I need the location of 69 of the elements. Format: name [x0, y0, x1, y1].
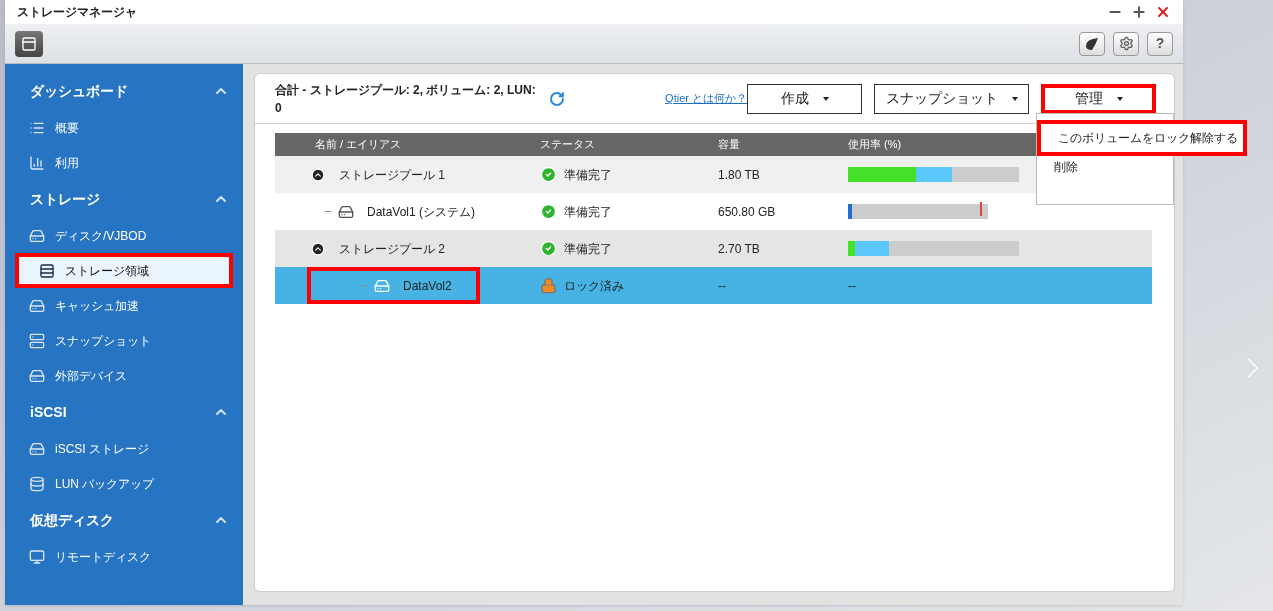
collapse-icon[interactable] [311, 241, 325, 256]
summary-text: 合計 - ストレージプール: 2, ボリューム: 2, LUN: 0 [275, 81, 537, 117]
section-title: iSCSI [30, 402, 67, 422]
lock-icon [540, 277, 557, 294]
collapse-icon[interactable] [311, 167, 325, 182]
sidebar-item[interactable]: ストレージ領域 [15, 253, 233, 288]
dropdown-button[interactable]: 作成 [747, 83, 862, 114]
qtier-help-link[interactable]: Qtier とは何か？ [665, 90, 747, 107]
settings-button[interactable] [1113, 31, 1139, 56]
refresh-icon[interactable] [549, 90, 566, 107]
nav-icon [29, 548, 45, 565]
check-icon [540, 166, 557, 183]
nav-icon [29, 154, 45, 171]
nav-icon [29, 367, 45, 384]
pool-name: ストレージプール 2 [339, 240, 445, 258]
sidebar-item[interactable]: キャッシュ加速 [5, 288, 243, 323]
close-icon[interactable] [1155, 4, 1171, 20]
capacity-text: 2.70 TB [718, 240, 761, 258]
sidebar-item[interactable]: 利用 [5, 145, 243, 180]
column-header: 使用率 (%) [848, 137, 902, 153]
section-title: 仮想ディスク [30, 510, 114, 530]
nav-icon [29, 475, 45, 492]
sidebar-item[interactable]: iSCSI ストレージ [5, 431, 243, 466]
section-title: ストレージ [30, 189, 100, 209]
column-header: 名前 / エイリアス [314, 137, 403, 153]
window-title: ストレージマネージャ [17, 4, 137, 21]
usage-text: -- [848, 278, 856, 293]
sidebar-item[interactable]: スナップショット [5, 323, 243, 358]
capacity-text: 650.80 GB [718, 203, 777, 221]
status-text: 準備完了 [564, 166, 612, 184]
sidebar-item[interactable]: ディスク/VJBOD [5, 218, 243, 253]
sidebar-item[interactable]: 概要 [5, 110, 243, 145]
capacity-text: -- [718, 277, 727, 295]
volume-icon [373, 277, 391, 294]
status-text: 準備完了 [564, 203, 612, 221]
panel-icon [21, 35, 37, 52]
sidebar-item[interactable]: LUN バックアップ [5, 466, 243, 501]
dropdown-button[interactable]: スナップショット [874, 83, 1029, 114]
leaf-icon [1086, 37, 1098, 50]
capacity-text: 1.80 TB [718, 166, 761, 184]
check-icon [540, 240, 557, 257]
dropdown-button[interactable]: 管理 [1041, 83, 1156, 114]
volume-icon [337, 203, 355, 220]
menu-item[interactable]: このボリュームをロック解除する [1037, 120, 1247, 156]
column-header: ステータス [540, 137, 596, 153]
tree-connector [325, 211, 331, 212]
section-title: ダッシュボード [30, 81, 128, 101]
settings-icon [1118, 36, 1134, 51]
tree-connector [361, 285, 367, 286]
nav-icon [39, 262, 55, 279]
volume-name: DataVol1 (システム) [367, 203, 476, 221]
check-icon [540, 203, 557, 220]
nav-icon [29, 227, 45, 244]
maximize-icon[interactable] [1131, 4, 1147, 20]
nav-icon [29, 297, 45, 314]
help-button[interactable]: ? [1147, 31, 1173, 56]
sidebar-item[interactable]: リモートディスク [5, 539, 243, 574]
pool-name: ストレージプール 1 [339, 166, 445, 184]
nav-icon [29, 332, 45, 349]
volume-name: DataVol2 [403, 277, 452, 295]
sidebar-toggle-button[interactable] [15, 30, 43, 57]
column-header: 容量 [718, 137, 741, 153]
table-row[interactable]: ストレージプール 2 準備完了 2.70 TB [275, 230, 1152, 267]
status-text: ロック済み [564, 277, 624, 295]
nav-icon [29, 440, 45, 457]
qtier-button[interactable] [1079, 31, 1105, 56]
table-row[interactable]: DataVol2 ロック済み -- -- [275, 267, 1152, 304]
status-text: 準備完了 [564, 240, 612, 258]
sidebar-item[interactable]: 外部デバイス [5, 358, 243, 393]
